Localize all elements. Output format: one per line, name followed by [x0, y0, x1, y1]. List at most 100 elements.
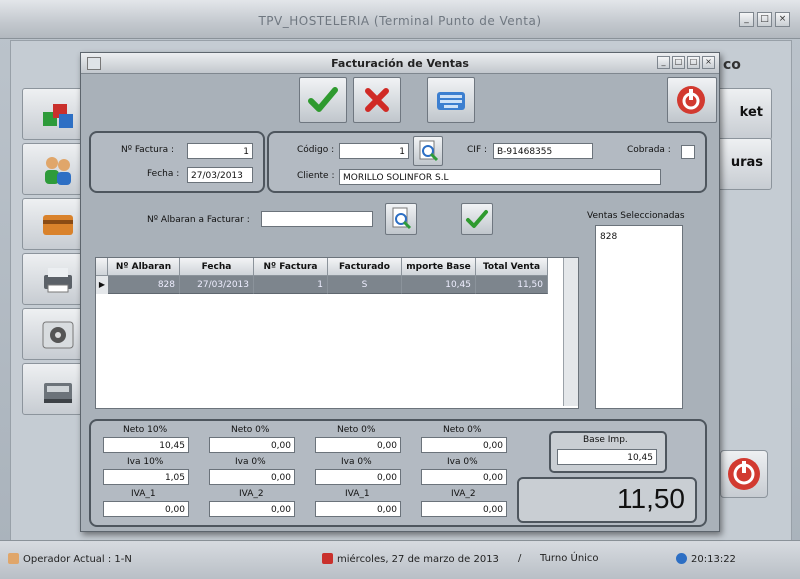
- iva-0b-field[interactable]: 0,00: [315, 469, 401, 485]
- iva1b-field[interactable]: 0,00: [315, 501, 401, 517]
- dialog-maximize-button[interactable]: □: [687, 56, 700, 69]
- ventas-seleccionadas-list[interactable]: 828: [595, 225, 683, 409]
- dialog-minimize-button[interactable]: _: [657, 56, 670, 69]
- iva-10-field[interactable]: 1,05: [103, 469, 189, 485]
- main-window-controls: _ □ ×: [739, 12, 790, 27]
- keyboard-icon: [437, 92, 465, 110]
- status-bar: Operador Actual : 1-N miércoles, 27 de m…: [0, 540, 800, 579]
- status-fecha-text: miércoles, 27 de marzo de 2013: [337, 554, 499, 565]
- dialog-window-controls: _ □ □ ×: [657, 56, 715, 69]
- cif-field[interactable]: B-91468355: [493, 143, 593, 159]
- facturacion-dialog: Facturación de Ventas _ □ □ × Nº Factura…: [80, 52, 720, 532]
- cell-facturado[interactable]: S: [328, 276, 402, 294]
- cobrada-label: Cobrada :: [627, 145, 671, 155]
- iva1b-label: IVA_1: [345, 489, 370, 499]
- cash-register-icon: [41, 373, 75, 407]
- list-item[interactable]: 828: [600, 232, 617, 242]
- albaran-field[interactable]: [261, 211, 373, 227]
- maximize-button[interactable]: □: [757, 12, 772, 27]
- iva1a-field[interactable]: 0,00: [103, 501, 189, 517]
- side-button-register[interactable]: [22, 363, 84, 415]
- side-button-cards[interactable]: [22, 198, 84, 250]
- cliente-field[interactable]: MORILLO SOLINFOR S.L: [339, 169, 661, 185]
- cell-albaran[interactable]: 828: [108, 276, 180, 294]
- neto-0a-label: Neto 0%: [231, 425, 270, 435]
- grid-corner: [96, 258, 108, 276]
- neto-0b-field[interactable]: 0,00: [315, 437, 401, 453]
- neto-10-label: Neto 10%: [123, 425, 168, 435]
- red-x-icon: [365, 88, 389, 112]
- search-icon: [392, 207, 412, 230]
- codigo-field[interactable]: 1: [339, 143, 409, 159]
- num-factura-label: Nº Factura :: [121, 145, 174, 155]
- total-display: 11,50: [517, 477, 697, 523]
- total-amount: 11,50: [617, 483, 685, 514]
- main-title-bar: TPV_HOSTELERIA (Terminal Punto de Venta)…: [0, 0, 800, 39]
- dialog-restore-button[interactable]: □: [672, 56, 685, 69]
- cell-total[interactable]: 11,50: [476, 276, 548, 294]
- status-operador-text: Operador Actual : 1-N: [23, 554, 132, 565]
- printer-icon: [41, 263, 75, 297]
- cell-fecha[interactable]: 27/03/2013: [180, 276, 254, 294]
- neto-10-field[interactable]: 10,45: [103, 437, 189, 453]
- neto-0c-field[interactable]: 0,00: [421, 437, 507, 453]
- side-button-printer[interactable]: [22, 253, 84, 305]
- users-icon: [41, 153, 75, 187]
- power-icon: [728, 458, 760, 490]
- albaran-label: Nº Albaran a Facturar :: [147, 215, 250, 225]
- fecha-field[interactable]: 27/03/2013: [187, 167, 253, 183]
- num-factura-field[interactable]: 1: [187, 143, 253, 159]
- iva-0c-label: Iva 0%: [447, 457, 478, 467]
- cell-factura[interactable]: 1: [254, 276, 328, 294]
- power-icon: [677, 86, 705, 114]
- ventas-seleccionadas-label: Ventas Seleccionadas: [587, 211, 685, 221]
- iva-0a-field[interactable]: 0,00: [209, 469, 295, 485]
- iva1a-label: IVA_1: [131, 489, 156, 499]
- search-client-button[interactable]: [413, 136, 443, 166]
- side-button-products[interactable]: [22, 88, 84, 140]
- status-hora-text: 20:13:22: [691, 554, 736, 565]
- dialog-title: Facturación de Ventas: [331, 57, 469, 70]
- col-header-total[interactable]: Total Venta: [476, 258, 548, 276]
- minimize-button[interactable]: _: [739, 12, 754, 27]
- grid-scrollbar[interactable]: [563, 258, 578, 406]
- side-button-settings[interactable]: [22, 308, 84, 360]
- col-header-factura[interactable]: Nº Factura: [254, 258, 328, 276]
- boxes-icon: [41, 98, 75, 132]
- status-operador: Operador Actual : 1-N: [8, 553, 132, 565]
- albaranes-grid[interactable]: Nº Albaran Fecha Nº Factura Facturado mp…: [95, 257, 579, 409]
- right-button-ticket-label: ket: [739, 105, 763, 120]
- col-header-albaran[interactable]: Nº Albaran: [108, 258, 180, 276]
- cobrada-checkbox[interactable]: [681, 145, 695, 159]
- calendar-icon: [322, 553, 333, 564]
- fecha-label: Fecha :: [147, 169, 180, 179]
- base-imponible-field[interactable]: 10,45: [557, 449, 657, 465]
- main-power-button[interactable]: [720, 450, 768, 498]
- main-window-title: TPV_HOSTELERIA (Terminal Punto de Venta): [258, 14, 542, 28]
- col-header-importe[interactable]: mporte Base: [402, 258, 476, 276]
- keyboard-button[interactable]: [427, 77, 475, 123]
- iva2b-field[interactable]: 0,00: [421, 501, 507, 517]
- search-icon: [419, 140, 439, 162]
- side-button-users[interactable]: [22, 143, 84, 195]
- neto-0a-field[interactable]: 0,00: [209, 437, 295, 453]
- codigo-label: Código :: [297, 145, 335, 155]
- main-partial-title: co: [723, 57, 741, 73]
- add-albaran-button[interactable]: [461, 203, 493, 235]
- col-header-fecha[interactable]: Fecha: [180, 258, 254, 276]
- accept-button[interactable]: [299, 77, 347, 123]
- iva-0c-field[interactable]: 0,00: [421, 469, 507, 485]
- cancel-button[interactable]: [353, 77, 401, 123]
- gear-icon: [41, 318, 75, 352]
- iva2a-field[interactable]: 0,00: [209, 501, 295, 517]
- green-check-icon: [308, 87, 338, 112]
- col-header-facturado[interactable]: Facturado: [328, 258, 402, 276]
- close-button[interactable]: ×: [775, 12, 790, 27]
- search-albaran-button[interactable]: [385, 203, 417, 235]
- iva-10-label: Iva 10%: [127, 457, 164, 467]
- cell-importe[interactable]: 10,45: [402, 276, 476, 294]
- dialog-close-button[interactable]: ×: [702, 56, 715, 69]
- card-icon: [41, 208, 75, 242]
- iva2b-label: IVA_2: [451, 489, 476, 499]
- exit-button[interactable]: [667, 77, 717, 123]
